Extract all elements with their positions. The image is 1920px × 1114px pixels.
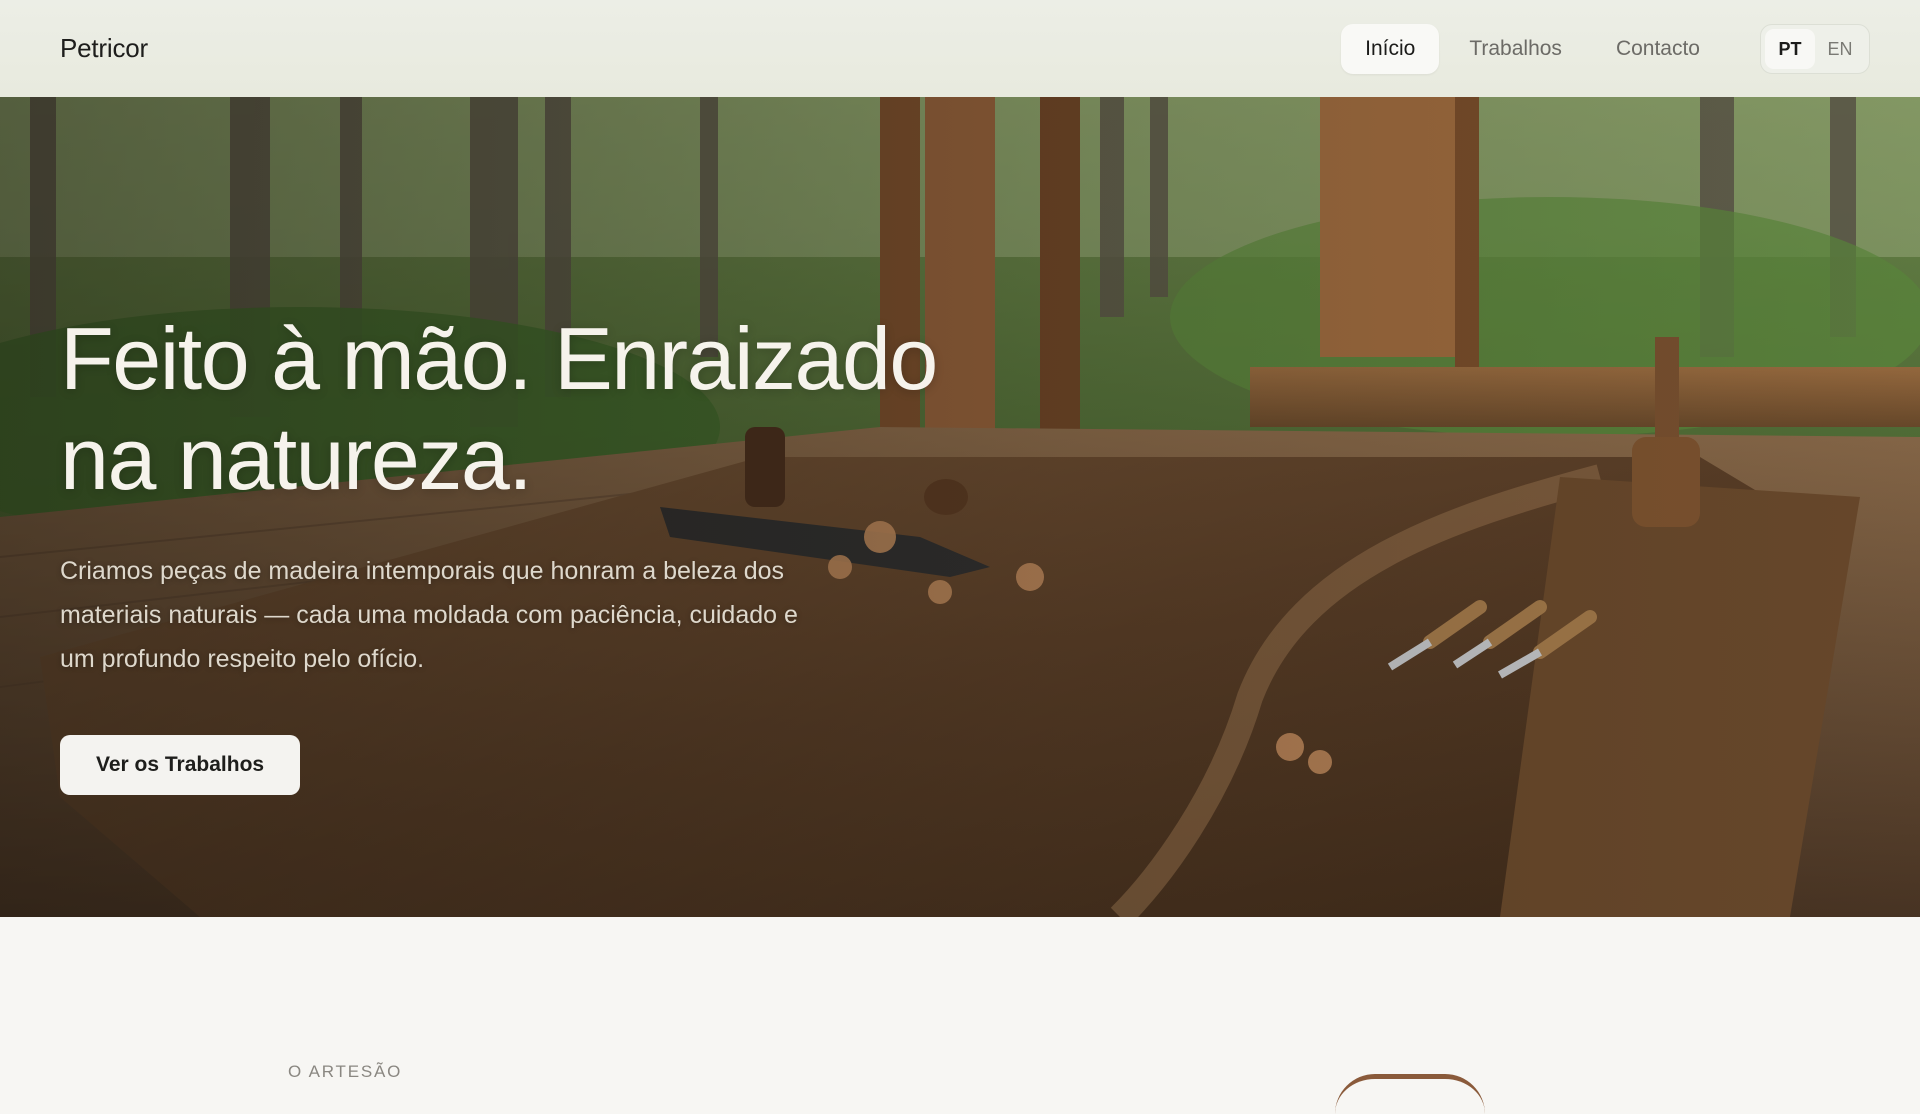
nav-item-inicio[interactable]: Início <box>1341 23 1440 74</box>
hero-subtitle: Criamos peças de madeira intemporais que… <box>60 557 798 673</box>
site-header: Petricor Início Trabalhos Contacto PT EN <box>0 0 1920 97</box>
language-switcher: PT EN <box>1760 23 1870 74</box>
artisan-portrait-image <box>1335 1074 1485 1114</box>
brand-logo[interactable]: Petricor <box>60 33 148 64</box>
lang-button-pt[interactable]: PT <box>1765 28 1815 69</box>
nav-item-trabalhos[interactable]: Trabalhos <box>1445 24 1586 74</box>
section-label-artisan: O ARTESÃO <box>288 1062 403 1081</box>
hero-section: Feito à mão. Enraizado na natureza. Cria… <box>0 97 1920 917</box>
hero-title-line-1: Feito à mão. Enraizado <box>60 309 938 408</box>
main-nav: Início Trabalhos Contacto PT EN <box>1335 23 1870 74</box>
lang-button-en[interactable]: EN <box>1815 29 1865 69</box>
nav-item-contacto[interactable]: Contacto <box>1592 24 1724 74</box>
hero-title: Feito à mão. Enraizado na natureza. <box>60 309 1040 509</box>
hero-content: Feito à mão. Enraizado na natureza. Cria… <box>60 309 1040 795</box>
hero-title-line-2: na natureza. <box>60 409 533 508</box>
view-works-button[interactable]: Ver os Trabalhos <box>60 735 301 795</box>
